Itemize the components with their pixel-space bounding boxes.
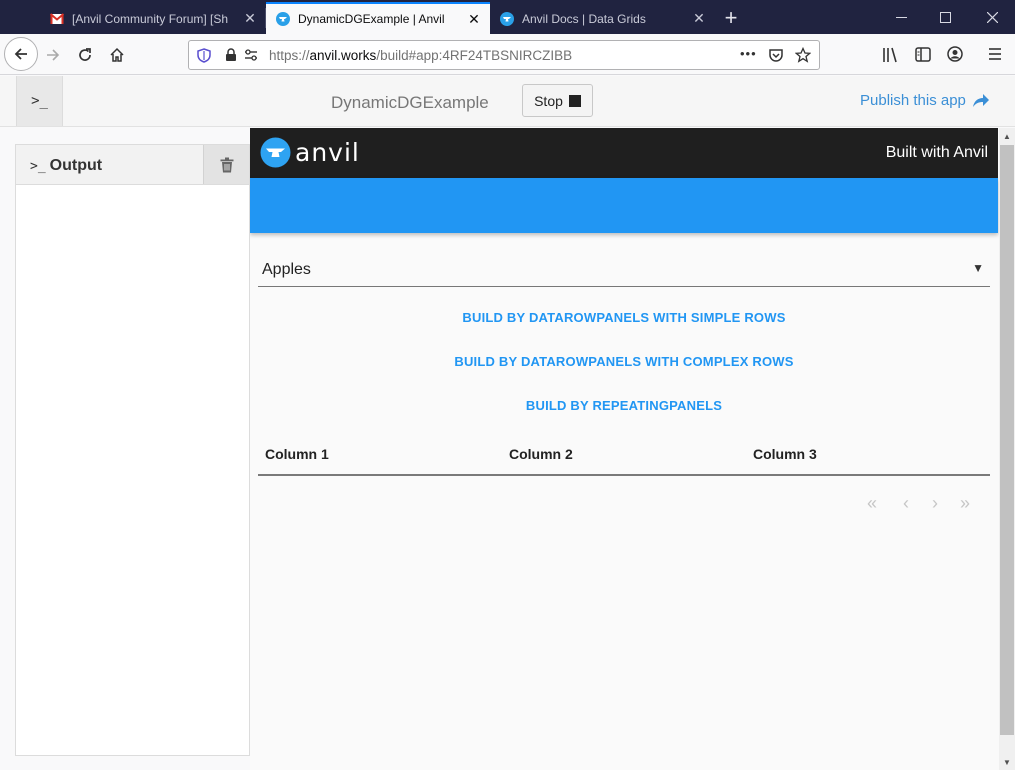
close-icon[interactable]: ✕ [466, 11, 482, 27]
close-icon[interactable]: ✕ [242, 10, 258, 27]
publish-app-link[interactable]: Publish this app [860, 92, 990, 109]
close-window-button[interactable] [969, 3, 1015, 31]
column-header-1: Column 1 [265, 446, 329, 462]
anvil-icon [500, 11, 514, 26]
lock-icon[interactable] [225, 48, 237, 62]
account-icon[interactable] [947, 46, 963, 62]
built-with-anvil-link[interactable]: Built with Anvil [886, 144, 988, 162]
tab-title: DynamicDGExample | Anvil [298, 12, 445, 26]
close-icon [986, 11, 998, 23]
arrow-left-icon [14, 48, 27, 60]
bookmark-star-icon[interactable] [795, 47, 811, 63]
dropdown-selected-value: Apples [262, 261, 311, 278]
stop-icon [568, 94, 581, 107]
anvil-logo-icon [260, 137, 291, 168]
reload-button[interactable] [70, 40, 100, 70]
url-host: anvil.works [309, 48, 377, 63]
home-icon [110, 47, 124, 62]
terminal-toggle-button[interactable]: >_ [16, 76, 63, 126]
library-icon[interactable] [882, 47, 899, 63]
sidebar-icon[interactable] [915, 47, 931, 62]
output-title-label: Output [49, 157, 103, 174]
tab-anvil-docs[interactable]: Anvil Docs | Data Grids ✕ [490, 3, 715, 34]
close-icon[interactable]: ✕ [691, 10, 707, 27]
tab-dynamicdgexample[interactable]: DynamicDGExample | Anvil ✕ [266, 2, 490, 34]
hamburger-menu-icon[interactable] [988, 47, 1002, 61]
clear-output-button[interactable] [203, 145, 249, 184]
dropdown-arrow-icon: ▼ [972, 261, 984, 275]
scroll-down-icon[interactable]: ▼ [999, 754, 1015, 770]
minimize-button[interactable] [878, 3, 924, 31]
app-header: anvil Built with Anvil [250, 128, 998, 178]
fruit-dropdown[interactable]: Apples ▼ [258, 256, 990, 287]
trash-icon [220, 157, 233, 172]
back-button[interactable] [4, 37, 38, 71]
terminal-prompt-icon: >_ [30, 159, 46, 174]
share-arrow-icon [972, 94, 989, 107]
previous-page-icon[interactable]: ‹ [903, 493, 909, 514]
url-bar[interactable]: https://anvil.works/build#app:4RF24TBSNI… [188, 40, 820, 70]
build-simple-rows-button[interactable]: BUILD BY DATAROWPANELS WITH SIMPLE ROWS [250, 310, 998, 325]
anvil-toolbar: >_ DynamicDGExample Stop Publish this ap… [0, 76, 1015, 127]
build-complex-rows-button[interactable]: BUILD BY DATAROWPANELS WITH COMPLEX ROWS [250, 354, 998, 369]
tab-title: [Anvil Community Forum] [Sh [72, 11, 229, 26]
data-grid-header: Column 1 Column 2 Column 3 [258, 438, 990, 476]
page-actions-menu-icon[interactable]: ••• [740, 46, 757, 61]
build-repeatingpanels-button[interactable]: BUILD BY REPEATINGPANELS [250, 398, 998, 413]
minimize-icon [895, 16, 907, 18]
preview-scrollbar[interactable]: ▲ ▼ [999, 128, 1015, 770]
forward-button[interactable] [38, 40, 68, 70]
arrow-right-icon [47, 49, 60, 61]
last-page-icon[interactable]: » [960, 493, 970, 514]
anvil-icon [276, 12, 290, 26]
stop-label: Stop [534, 92, 563, 109]
browser-nav-bar: https://anvil.works/build#app:4RF24TBSNI… [0, 34, 1015, 75]
stop-button[interactable]: Stop [522, 84, 593, 117]
output-title: >_ Output [30, 157, 102, 175]
scroll-up-icon[interactable]: ▲ [999, 128, 1015, 144]
app-preview: anvil Built with Anvil Apples ▼ BUILD BY… [250, 128, 999, 770]
reload-icon [79, 48, 91, 61]
app-name: DynamicDGExample [331, 93, 489, 112]
output-panel: >_ Output [15, 144, 250, 756]
pocket-icon[interactable] [768, 47, 784, 63]
new-tab-button[interactable]: + [718, 5, 744, 31]
publish-label: Publish this app [860, 92, 966, 109]
column-header-2: Column 2 [509, 446, 573, 462]
permissions-icon[interactable] [244, 49, 258, 62]
app-title-bar [250, 178, 998, 233]
anvil-logo-text: anvil [295, 138, 360, 167]
gmail-icon [50, 12, 64, 24]
scroll-thumb[interactable] [1000, 145, 1014, 735]
first-page-icon[interactable]: « [867, 493, 877, 514]
next-page-icon[interactable]: › [932, 493, 938, 514]
output-header: >_ Output [16, 145, 249, 185]
shield-icon[interactable] [197, 48, 211, 63]
url-text[interactable]: https://anvil.works/build#app:4RF24TBSNI… [269, 48, 572, 63]
tab-title: Anvil Docs | Data Grids [522, 11, 646, 26]
column-header-3: Column 3 [753, 446, 817, 462]
browser-tab-strip: [Anvil Community Forum] [Sh ✕ DynamicDGE… [0, 0, 1015, 34]
anvil-logo: anvil [260, 137, 360, 168]
maximize-button[interactable] [922, 3, 968, 31]
tab-anvil-forum[interactable]: [Anvil Community Forum] [Sh ✕ [40, 3, 266, 34]
home-button[interactable] [102, 40, 132, 70]
url-prefix: https:// [269, 48, 310, 63]
maximize-icon [939, 11, 951, 23]
url-path: /build#app:4RF24TBSNIRCZIBB [376, 48, 573, 63]
